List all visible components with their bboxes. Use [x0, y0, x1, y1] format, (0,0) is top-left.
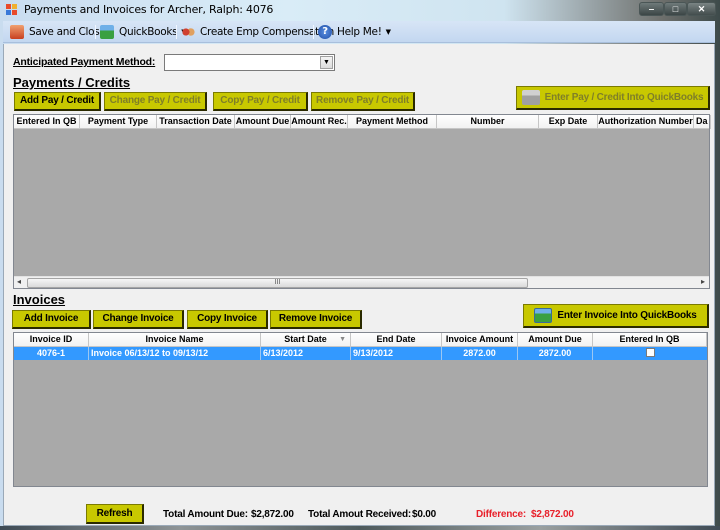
- desktop-background-strip: [0, 526, 720, 530]
- chevron-down-icon: ▼: [385, 28, 391, 36]
- save-and-close-button[interactable]: Save and Close: [10, 24, 106, 40]
- entered-in-qb-cell[interactable]: [593, 347, 707, 360]
- create-emp-compensation-button[interactable]: Create Emp Compensation: [181, 24, 334, 40]
- total-amount-received-value: $0.00: [412, 509, 437, 520]
- column-header[interactable]: Payment Type: [80, 115, 157, 129]
- invoice-amount-cell[interactable]: 2872.00: [442, 347, 518, 360]
- change-invoice-button[interactable]: Change Invoice: [93, 310, 184, 329]
- add-pay-credit-button[interactable]: Add Pay / Credit: [14, 92, 101, 111]
- horizontal-scrollbar[interactable]: ◂ III ▸: [14, 276, 709, 288]
- title-bar: Payments and Invoices for Archer, Ralph:…: [0, 0, 720, 20]
- toolbar-separator: [176, 25, 177, 39]
- column-header[interactable]: End Date: [351, 333, 442, 347]
- column-header[interactable]: Transaction Date: [157, 115, 235, 129]
- close-window-button[interactable]: ✕: [687, 2, 716, 16]
- column-header[interactable]: Invoice Amount: [442, 333, 518, 347]
- column-header[interactable]: Da: [694, 115, 711, 129]
- column-header[interactable]: Authorization Number: [598, 115, 694, 129]
- remove-invoice-button[interactable]: Remove Invoice: [270, 310, 362, 329]
- end-date-cell[interactable]: 9/13/2012: [351, 347, 442, 360]
- help-icon: ?: [318, 25, 332, 39]
- minimize-button[interactable]: ‒: [639, 2, 664, 16]
- payments-heading: Payments / Credits: [13, 75, 131, 90]
- quickbooks-icon: [521, 90, 540, 105]
- dropdown-button[interactable]: ▼: [320, 56, 333, 69]
- close-icon: ✕: [697, 4, 706, 14]
- column-header-sorted[interactable]: Start Date ▼: [261, 333, 351, 347]
- main-panel: Anticipated Payment Method: ▼ Payments /…: [3, 44, 715, 526]
- total-amount-received-label: Total Amout Received:: [308, 509, 412, 520]
- copy-invoice-button[interactable]: Copy Invoice: [187, 310, 268, 329]
- column-header-label: Start Date: [284, 334, 327, 344]
- amount-due-cell[interactable]: 2872.00: [518, 347, 593, 360]
- maximize-icon: □: [672, 4, 679, 14]
- entered-in-qb-checkbox[interactable]: [645, 348, 655, 357]
- scroll-right-icon[interactable]: ▸: [701, 277, 705, 286]
- enter-invoice-into-quickbooks-button[interactable]: Enter Invoice Into QuickBooks: [523, 304, 709, 328]
- save-close-icon: [10, 25, 24, 39]
- invoices-grid-header: Invoice ID Invoice Name Start Date ▼ End…: [14, 333, 707, 347]
- maximize-button[interactable]: □: [664, 2, 687, 16]
- difference-value: $2,872.00: [531, 509, 574, 520]
- payments-grid-header: Entered In QB Payment Type Transaction D…: [14, 115, 711, 129]
- refresh-button[interactable]: Refresh: [86, 504, 144, 524]
- remove-pay-credit-button[interactable]: Remove Pay / Credit: [311, 92, 415, 111]
- column-header[interactable]: Number: [437, 115, 539, 129]
- copy-pay-credit-button[interactable]: Copy Pay / Credit: [213, 92, 308, 111]
- invoice-id-cell[interactable]: 4076-1: [14, 347, 89, 360]
- anticipated-payment-select[interactable]: ▼: [164, 54, 335, 71]
- invoice-name-cell[interactable]: Invoice 06/13/12 to 09/13/12: [89, 347, 261, 360]
- minimize-icon: ‒: [648, 4, 654, 14]
- quickbooks-menu-button[interactable]: QuickBooks ▼: [100, 24, 187, 40]
- difference-label: Difference:: [476, 509, 527, 520]
- toolbar-separator: [313, 25, 314, 39]
- invoices-heading: Invoices: [13, 292, 66, 307]
- table-row[interactable]: 4076-1 Invoice 06/13/12 to 09/13/12 6/13…: [14, 347, 707, 360]
- start-date-cell[interactable]: 6/13/2012: [261, 347, 351, 360]
- column-header[interactable]: Entered In QB: [14, 115, 80, 129]
- anticipated-payment-label: Anticipated Payment Method:: [13, 56, 156, 68]
- quickbooks-icon: [534, 308, 553, 323]
- app-icon: [6, 4, 18, 16]
- total-amount-due-value: $2,872.00: [251, 509, 294, 520]
- column-header[interactable]: Invoice Name: [89, 333, 261, 347]
- enter-pay-credit-into-quickbooks-button[interactable]: Enter Pay / Credit Into QuickBooks: [516, 86, 710, 110]
- toolbar-separator: [95, 25, 96, 39]
- sort-descending-icon: ▼: [339, 336, 346, 343]
- invoices-grid[interactable]: Invoice ID Invoice Name Start Date ▼ End…: [13, 332, 708, 487]
- help-menu-button[interactable]: ? Help Me! ▼: [318, 24, 391, 40]
- column-header[interactable]: Amount Due: [518, 333, 593, 347]
- column-header[interactable]: Invoice ID: [14, 333, 89, 347]
- grip-icon: III: [274, 279, 281, 286]
- payments-grid[interactable]: Entered In QB Payment Type Transaction D…: [13, 114, 711, 289]
- help-label: Help Me!: [337, 26, 382, 38]
- scroll-left-icon[interactable]: ◂: [17, 277, 21, 286]
- add-invoice-button[interactable]: Add Invoice: [12, 310, 91, 329]
- total-amount-due-label: Total Amount Due:: [163, 509, 248, 520]
- enter-invoice-label: Enter Invoice Into QuickBooks: [557, 310, 697, 321]
- chevron-down-icon: ▼: [323, 59, 330, 66]
- people-icon: [181, 25, 195, 39]
- toolbar: Save and Close QuickBooks ▼ Create Emp C…: [3, 21, 715, 43]
- column-header[interactable]: Amount Due: [235, 115, 291, 129]
- quickbooks-icon: [100, 25, 114, 39]
- window-title: Payments and Invoices for Archer, Ralph:…: [24, 3, 274, 16]
- column-header[interactable]: Amount Rec.: [291, 115, 348, 129]
- column-header[interactable]: Exp Date: [539, 115, 598, 129]
- column-header[interactable]: Payment Method: [348, 115, 437, 129]
- change-pay-credit-button[interactable]: Change Pay / Credit: [104, 92, 207, 111]
- scrollbar-thumb[interactable]: III: [27, 278, 528, 288]
- quickbooks-label: QuickBooks: [119, 26, 178, 38]
- application-window: Payments and Invoices for Archer, Ralph:…: [0, 0, 720, 530]
- enter-pay-credit-label: Enter Pay / Credit Into QuickBooks: [544, 92, 704, 103]
- column-header[interactable]: Entered In QB: [593, 333, 707, 347]
